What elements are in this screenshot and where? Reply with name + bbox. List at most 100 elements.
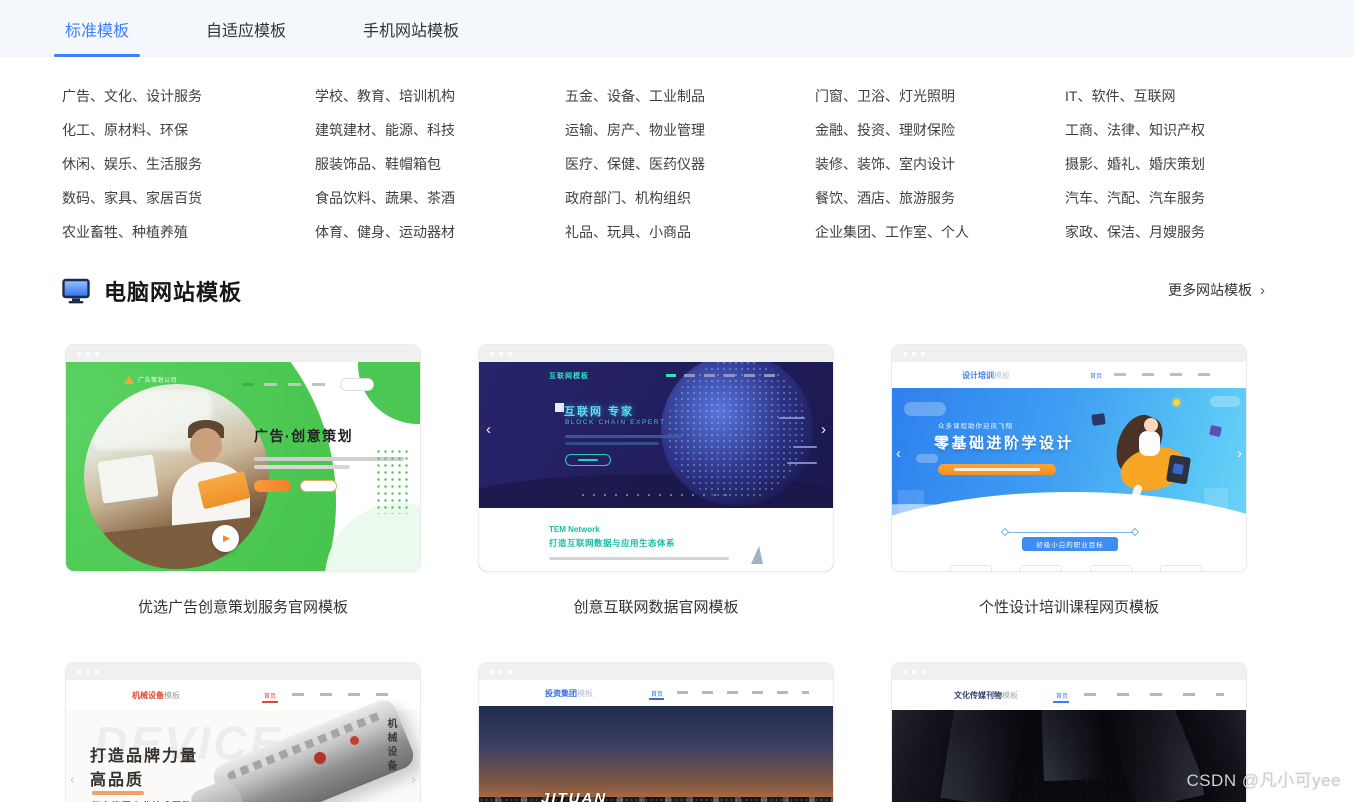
cloud-shape xyxy=(904,402,946,416)
category-link[interactable]: 家政、保洁、月嫂服务 xyxy=(1065,215,1315,249)
mini-logo-light: 模板 xyxy=(994,371,1010,380)
category-link[interactable]: 汽车、汽配、汽车服务 xyxy=(1065,181,1315,215)
window-dot-icon xyxy=(77,670,81,674)
category-link[interactable]: 食品饮料、蔬果、茶酒 xyxy=(315,181,565,215)
browser-chrome-bar xyxy=(892,345,1246,362)
window-dot-icon xyxy=(499,352,503,356)
template-title-internet[interactable]: 创意互联网数据官网模板 xyxy=(478,596,834,617)
mini-hero-headline: 打造品牌力量 xyxy=(90,742,198,766)
mini-nav-placeholder xyxy=(264,383,330,386)
window-dot-icon xyxy=(86,670,90,674)
template-preview-ad[interactable]: 广告策划公司 ▶ 广告·创意策划 xyxy=(65,344,421,572)
carousel-prev-icon[interactable]: ‹ xyxy=(70,772,75,787)
window-dot-icon xyxy=(499,670,503,674)
browser-chrome-bar xyxy=(66,663,420,680)
category-link[interactable]: 服装饰品、鞋帽箱包 xyxy=(315,147,565,181)
feature-box-placeholder xyxy=(1090,565,1132,572)
carousel-prev-icon[interactable]: ‹ xyxy=(896,446,901,461)
site-screenshot-design: 设计培训模板 首页 众多课程助你迎风飞翔 零基础进阶学设计 xyxy=(892,362,1246,572)
mini-nav xyxy=(242,378,374,391)
category-link[interactable]: IT、软件、互联网 xyxy=(1065,79,1315,113)
headline-accent-square xyxy=(555,403,564,412)
tab-adaptive-template[interactable]: 自适应模板 xyxy=(203,0,289,57)
mini-nav-underline xyxy=(262,701,278,703)
tab-standard-template[interactable]: 标准模板 xyxy=(62,0,132,57)
category-link[interactable]: 数码、家具、家居百货 xyxy=(62,181,315,215)
window-dot-icon xyxy=(903,670,907,674)
mini-logo-strong: 文化传媒刊物 xyxy=(954,691,1002,700)
browser-chrome-bar xyxy=(66,345,420,362)
window-dot-icon xyxy=(95,352,99,356)
cloud-shape xyxy=(1210,396,1240,407)
mini-site-logo: 投资集团模板 xyxy=(545,688,593,699)
template-market-page: 标准模板 自适应模板 手机网站模板 广告、文化、设计服务 学校、教育、培训机构 … xyxy=(0,0,1354,802)
category-link[interactable]: 广告、文化、设计服务 xyxy=(62,79,315,113)
mini-site-logo: 设计培训模板 xyxy=(962,370,1010,381)
template-preview-machine[interactable]: DEVICE 机械设备模板 首页 打造品牌力量 高品质 xyxy=(65,662,421,802)
tab-mobile-template[interactable]: 手机网站模板 xyxy=(360,0,462,57)
category-link[interactable]: 建筑建材、能源、科技 xyxy=(315,113,565,147)
window-dot-icon xyxy=(903,352,907,356)
site-screenshot-ad: 广告策划公司 ▶ 广告·创意策划 xyxy=(66,362,420,572)
category-link[interactable]: 工商、法律、知识产权 xyxy=(1065,113,1315,147)
category-link[interactable]: 五金、设备、工业制品 xyxy=(565,79,815,113)
category-link[interactable]: 休闲、娱乐、生活服务 xyxy=(62,147,315,181)
feature-box-placeholder xyxy=(950,565,992,572)
window-dot-icon xyxy=(490,352,494,356)
mini-logo-strong: 设计培训 xyxy=(962,371,994,380)
carousel-next-icon[interactable]: › xyxy=(411,772,416,787)
category-link[interactable]: 礼品、玩具、小商品 xyxy=(565,215,815,249)
vertical-side-text: 机械设备 xyxy=(383,718,398,774)
category-link[interactable]: 企业集团、工作室、个人 xyxy=(815,215,1065,249)
mini-nav-placeholder xyxy=(1084,693,1224,696)
category-link[interactable]: 门窗、卫浴、灯光照明 xyxy=(815,79,1065,113)
category-link[interactable]: 运输、房产、物业管理 xyxy=(565,113,815,147)
selection-line xyxy=(1006,532,1134,533)
template-preview-capital[interactable]: 投资集团模板 首页 JITUAN CAPITAL 具有资产管理理念的金融机构 xyxy=(478,662,834,802)
window-dot-icon xyxy=(86,352,90,356)
selection-handle xyxy=(1001,528,1009,536)
template-card-ad: 广告策划公司 ▶ 广告·创意策划 xyxy=(65,344,421,617)
mini-orange-banner xyxy=(938,464,1056,475)
mini-secondary-button xyxy=(300,480,337,492)
more-templates-label: 更多网站模板 xyxy=(1168,280,1252,300)
template-preview-internet[interactable]: 互联网模板 互联网 专家 BLOCK CHAIN EXPERT ‹ xyxy=(478,344,834,572)
more-templates-link[interactable]: 更多网站模板 › xyxy=(1168,280,1265,300)
carousel-dots xyxy=(582,494,732,496)
carousel-next-icon[interactable]: › xyxy=(1237,446,1242,461)
mini-nav-button xyxy=(340,378,374,391)
mini-hero-subhead: BLOCK CHAIN EXPERT xyxy=(565,419,666,426)
carousel-prev-icon[interactable]: ‹ xyxy=(486,422,491,437)
category-link[interactable]: 政府部门、机构组织 xyxy=(565,181,815,215)
templates-row-2: DEVICE 机械设备模板 首页 打造品牌力量 高品质 xyxy=(65,662,1354,802)
template-title-design[interactable]: 个性设计培训课程网页模板 xyxy=(891,596,1247,617)
category-link[interactable]: 装修、装饰、室内设计 xyxy=(815,147,1065,181)
mini-cta-button: 初级小白的职业目标 xyxy=(1022,537,1118,551)
window-dot-icon xyxy=(921,670,925,674)
mini-section-subtitle: 打造互联网数据与应用生态体系 xyxy=(549,537,675,549)
mini-logo-light: 模板 xyxy=(577,689,593,698)
feature-box-placeholder xyxy=(1020,565,1062,572)
mini-nav-placeholder xyxy=(677,691,809,694)
mini-site-logo: 广告策划公司 xyxy=(124,375,177,384)
cloud-shape xyxy=(916,454,938,463)
template-title-ad[interactable]: 优选广告创意策划服务官网模板 xyxy=(65,596,421,617)
category-link[interactable]: 医疗、保健、医药仪器 xyxy=(565,147,815,181)
carousel-next-icon[interactable]: › xyxy=(821,422,826,437)
category-link[interactable]: 金融、投资、理财保险 xyxy=(815,113,1065,147)
category-link[interactable]: 农业畜牲、种植养殖 xyxy=(62,215,315,249)
hero-photo-circle xyxy=(84,384,269,569)
photo-monitor xyxy=(97,454,158,503)
category-link[interactable]: 体育、健身、运动器材 xyxy=(315,215,565,249)
category-link[interactable]: 化工、原材料、环保 xyxy=(62,113,315,147)
template-preview-design[interactable]: 设计培训模板 首页 众多课程助你迎风飞翔 零基础进阶学设计 xyxy=(891,344,1247,572)
play-button[interactable]: ▶ xyxy=(212,525,239,552)
text-placeholder xyxy=(549,557,729,560)
mini-nav-underline xyxy=(1053,701,1069,703)
template-card-machine: DEVICE 机械设备模板 首页 打造品牌力量 高品质 xyxy=(65,662,421,802)
category-link[interactable]: 摄影、婚礼、婚庆策划 xyxy=(1065,147,1315,181)
category-link[interactable]: 餐饮、酒店、旅游服务 xyxy=(815,181,1065,215)
category-link[interactable]: 学校、教育、培训机构 xyxy=(315,79,565,113)
orange-label-placeholder xyxy=(92,791,144,795)
mini-nav xyxy=(666,374,780,377)
